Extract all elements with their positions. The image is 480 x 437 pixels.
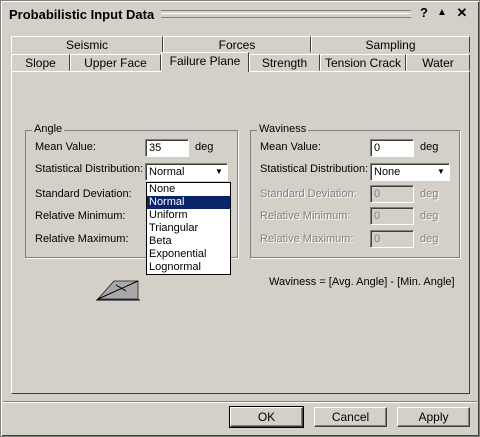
help-icon[interactable]: ? xyxy=(417,6,431,20)
tab-sampling[interactable]: Sampling xyxy=(311,36,470,53)
apply-button[interactable]: Apply xyxy=(397,407,470,427)
waviness-max-unit: deg xyxy=(420,233,439,245)
dropdown-option-normal[interactable]: Normal xyxy=(147,196,230,209)
waviness-std-input[interactable]: 0 xyxy=(370,185,414,203)
waviness-std-label: Standard Deviation: xyxy=(260,188,357,200)
ok-button[interactable]: OK xyxy=(229,406,304,428)
angle-max-label: Relative Maximum: xyxy=(35,233,129,245)
window-title: Probabilistic Input Data xyxy=(9,7,155,22)
close-icon[interactable]: ✕ xyxy=(455,6,469,20)
tab-slope[interactable]: Slope xyxy=(11,54,70,71)
distribution-dropdown-list: None Normal Uniform Triangular Beta Expo… xyxy=(146,182,231,275)
dropdown-option-exponential[interactable]: Exponential xyxy=(147,248,230,261)
chevron-down-icon[interactable]: ▼ xyxy=(435,166,447,178)
angle-mean-unit: deg xyxy=(195,141,214,153)
waviness-mean-unit: deg xyxy=(420,141,439,153)
angle-dist-label: Statistical Distribution: xyxy=(35,163,144,175)
cancel-button[interactable]: Cancel xyxy=(314,407,387,427)
angle-std-label: Standard Deviation: xyxy=(35,188,132,200)
dropdown-option-triangular[interactable]: Triangular xyxy=(147,222,230,235)
angle-mean-label: Mean Value: xyxy=(35,141,96,153)
button-separator xyxy=(3,401,477,403)
waviness-std-unit: deg xyxy=(420,188,439,200)
chevron-down-icon[interactable]: ▼ xyxy=(213,166,225,178)
tab-forces[interactable]: Forces xyxy=(163,36,311,53)
rollup-icon[interactable]: ▲ xyxy=(435,6,449,20)
failure-plane-icon xyxy=(96,280,140,301)
tab-failure-plane[interactable]: Failure Plane xyxy=(161,52,249,72)
tab-strength[interactable]: Strength xyxy=(249,54,320,71)
waviness-formula: Waviness = [Avg. Angle] - [Min. Angle] xyxy=(269,276,455,288)
angle-dist-select[interactable]: Normal ▼ xyxy=(145,163,228,181)
waviness-legend: Waviness xyxy=(257,123,309,135)
dialog-window: Probabilistic Input Data ? ▲ ✕ Seismic F… xyxy=(0,0,480,437)
angle-mean-input[interactable]: 35 xyxy=(145,139,189,157)
dropdown-option-beta[interactable]: Beta xyxy=(147,235,230,248)
waviness-min-unit: deg xyxy=(420,210,439,222)
waviness-dist-label: Statistical Distribution: xyxy=(260,163,369,175)
angle-min-label: Relative Minimum: xyxy=(35,210,126,222)
waviness-max-input[interactable]: 0 xyxy=(370,230,414,248)
dropdown-option-none[interactable]: None xyxy=(147,183,230,196)
dropdown-option-lognormal[interactable]: Lognormal xyxy=(147,261,230,274)
waviness-dist-select[interactable]: None ▼ xyxy=(370,163,450,181)
tab-water[interactable]: Water xyxy=(406,54,470,71)
waviness-mean-input[interactable]: 0 xyxy=(370,139,414,157)
tab-tension-crack[interactable]: Tension Crack xyxy=(320,54,406,71)
waviness-min-input[interactable]: 0 xyxy=(370,207,414,225)
tab-upper-face[interactable]: Upper Face xyxy=(70,54,161,71)
title-bar[interactable]: Probabilistic Input Data ? ▲ ✕ xyxy=(3,3,477,25)
waviness-min-label: Relative Minimum: xyxy=(260,210,351,222)
waviness-mean-label: Mean Value: xyxy=(260,141,321,153)
title-grip xyxy=(161,10,411,18)
dropdown-option-uniform[interactable]: Uniform xyxy=(147,209,230,222)
waviness-max-label: Relative Maximum: xyxy=(260,233,354,245)
angle-legend: Angle xyxy=(32,123,65,135)
tab-seismic[interactable]: Seismic xyxy=(11,36,163,53)
